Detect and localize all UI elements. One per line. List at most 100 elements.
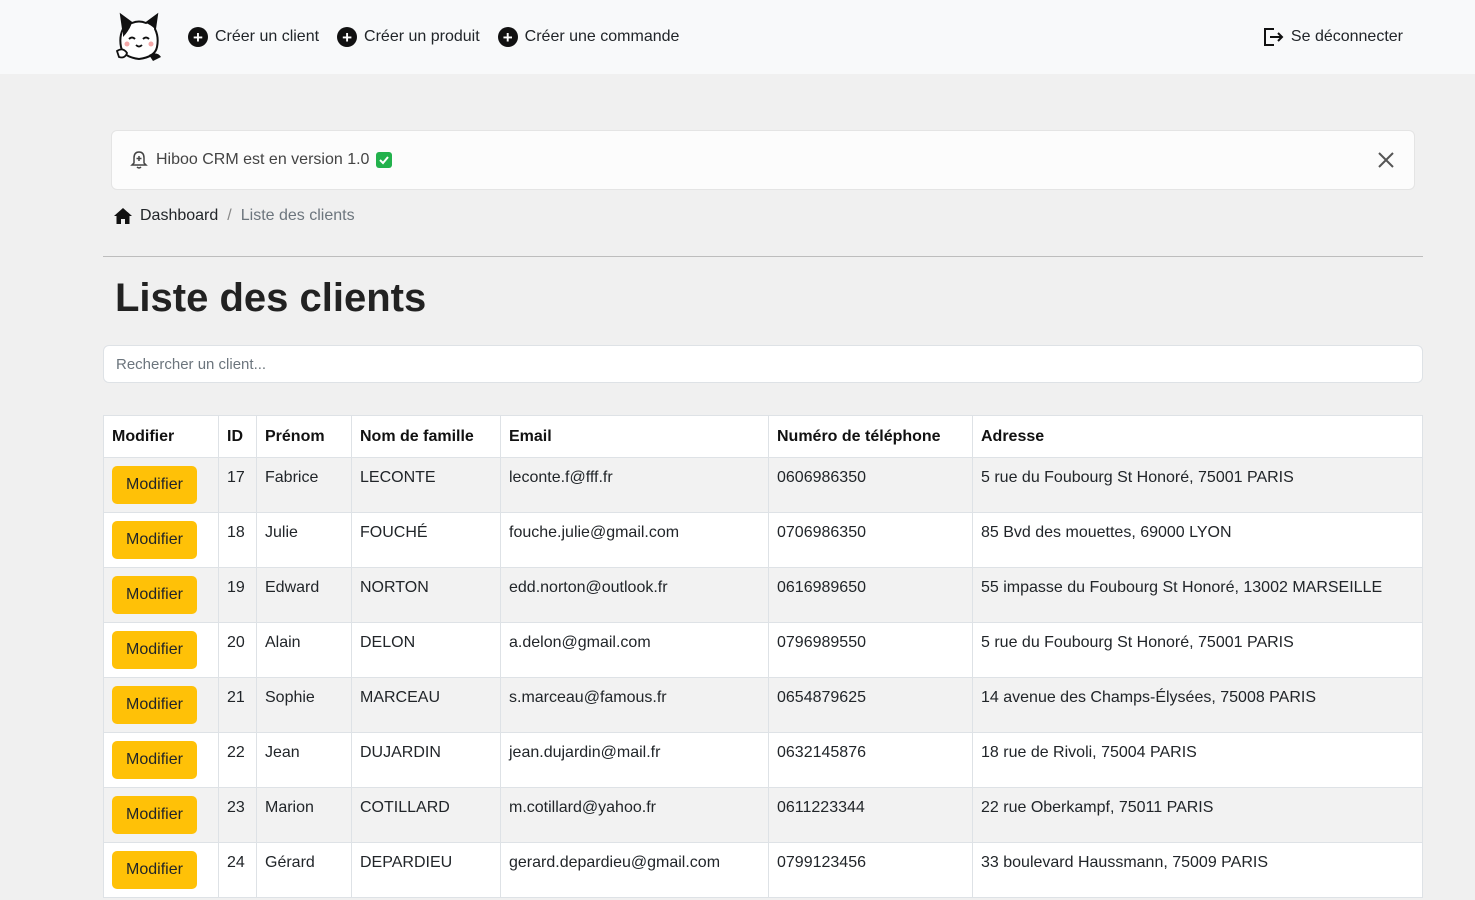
logout-icon [1263, 28, 1284, 46]
table-row: Modifier 24 Gérard DEPARDIEU gerard.depa… [103, 842, 1423, 898]
nav-link-label: Créer une commande [524, 28, 680, 45]
edit-cell: Modifier [103, 787, 219, 843]
cell-id: 21 [218, 677, 257, 733]
cell-address: 55 impasse du Foubourg St Honoré, 13002 … [972, 567, 1423, 623]
cell-prenom: Fabrice [256, 457, 352, 513]
cell-phone: 0796989550 [768, 622, 973, 678]
cell-phone: 0616989650 [768, 567, 973, 623]
edit-cell: Modifier [103, 512, 219, 568]
close-icon[interactable] [1374, 148, 1398, 172]
nav-link-label: Créer un client [215, 28, 320, 45]
cell-id: 22 [218, 732, 257, 788]
cell-address: 14 avenue des Champs-Élysées, 75008 PARI… [972, 677, 1423, 733]
cell-phone: 0632145876 [768, 732, 973, 788]
cell-nom: MARCEAU [351, 677, 501, 733]
cell-id: 24 [218, 842, 257, 898]
breadcrumb-separator: / [227, 207, 232, 224]
plus-circle-icon: + [497, 27, 518, 47]
cell-email: fouche.julie@gmail.com [500, 512, 769, 568]
table-row: Modifier 17 Fabrice LECONTE leconte.f@ff… [103, 457, 1423, 513]
cell-nom: NORTON [351, 567, 501, 623]
edit-client-button[interactable]: Modifier [112, 631, 197, 669]
cell-id: 23 [218, 787, 257, 843]
cell-prenom: Alain [256, 622, 352, 678]
edit-client-button[interactable]: Modifier [112, 521, 197, 559]
cell-email: edd.norton@outlook.fr [500, 567, 769, 623]
cell-prenom: Jean [256, 732, 352, 788]
edit-cell: Modifier [103, 567, 219, 623]
cell-prenom: Sophie [256, 677, 352, 733]
table-row: Modifier 19 Edward NORTON edd.norton@out… [103, 567, 1423, 623]
cell-email: gerard.depardieu@gmail.com [500, 842, 769, 898]
cell-nom: COTILLARD [351, 787, 501, 843]
edit-client-button[interactable]: Modifier [112, 851, 197, 889]
cell-phone: 0799123456 [768, 842, 973, 898]
cell-id: 17 [218, 457, 257, 513]
cell-email: m.cotillard@yahoo.fr [500, 787, 769, 843]
cell-address: 5 rue du Foubourg St Honoré, 75001 PARIS [972, 457, 1423, 513]
nav-create-order-link[interactable]: + Créer une commande [497, 27, 680, 47]
cell-nom: DEPARDIEU [351, 842, 501, 898]
cell-email: jean.dujardin@mail.fr [500, 732, 769, 788]
clients-table: Modifier ID Prénom Nom de famille Email … [103, 415, 1423, 898]
edit-client-button[interactable]: Modifier [112, 576, 197, 614]
cell-address: 18 rue de Rivoli, 75004 PARIS [972, 732, 1423, 788]
table-row: Modifier 21 Sophie MARCEAU s.marceau@fam… [103, 677, 1423, 733]
version-alert: Hiboo CRM est en version 1.0 [111, 130, 1415, 190]
cell-prenom: Edward [256, 567, 352, 623]
edit-client-button[interactable]: Modifier [112, 466, 197, 504]
cell-nom: DUJARDIN [351, 732, 501, 788]
edit-cell: Modifier [103, 732, 219, 788]
cell-id: 19 [218, 567, 257, 623]
page-title: Liste des clients [115, 276, 427, 320]
table-row: Modifier 22 Jean DUJARDIN jean.dujardin@… [103, 732, 1423, 788]
cell-email: leconte.f@fff.fr [500, 457, 769, 513]
edit-cell: Modifier [103, 842, 219, 898]
navbar: + Créer un client + Créer un produit + C… [0, 0, 1475, 74]
cell-phone: 0654879625 [768, 677, 973, 733]
edit-cell: Modifier [103, 457, 219, 513]
cell-nom: DELON [351, 622, 501, 678]
cell-id: 18 [218, 512, 257, 568]
edit-cell: Modifier [103, 677, 219, 733]
cell-address: 22 rue Oberkampf, 75011 PARIS [972, 787, 1423, 843]
cell-prenom: Marion [256, 787, 352, 843]
plus-circle-icon: + [337, 27, 358, 47]
cell-id: 20 [218, 622, 257, 678]
divider [103, 256, 1423, 257]
breadcrumb: Dashboard / Liste des clients [113, 207, 355, 225]
edit-client-button[interactable]: Modifier [112, 741, 197, 779]
column-header: Modifier [103, 415, 219, 458]
alert-text: Hiboo CRM est en version 1.0 [156, 151, 370, 168]
plus-circle-icon: + [188, 27, 208, 47]
breadcrumb-dashboard-link[interactable]: Dashboard [140, 207, 218, 225]
cat-logo-icon[interactable] [112, 10, 166, 64]
edit-client-button[interactable]: Modifier [112, 796, 197, 834]
nav-create-client-link[interactable]: + Créer un client [188, 27, 319, 47]
cell-prenom: Gérard [256, 842, 352, 898]
edit-client-button[interactable]: Modifier [112, 686, 197, 724]
edit-cell: Modifier [103, 622, 219, 678]
cell-phone: 0611223344 [768, 787, 973, 843]
cell-address: 5 rue du Foubourg St Honoré, 75001 PARIS [972, 622, 1423, 678]
cell-phone: 0706986350 [768, 512, 973, 568]
table-row: Modifier 23 Marion COTILLARD m.cotillard… [103, 787, 1423, 843]
bell-icon [130, 150, 148, 170]
cell-nom: FOUCHÉ [351, 512, 501, 568]
column-header: ID [218, 415, 257, 458]
check-mark-icon [376, 152, 393, 168]
column-header: Numéro de téléphone [768, 415, 973, 458]
cell-nom: LECONTE [351, 457, 501, 513]
logout-link[interactable]: Se déconnecter [1262, 26, 1403, 48]
breadcrumb-current: Liste des clients [240, 207, 355, 224]
nav-create-product-link[interactable]: + Créer un produit [337, 27, 480, 47]
table-row: Modifier 20 Alain DELON a.delon@gmail.co… [103, 622, 1423, 678]
search-input[interactable] [103, 345, 1423, 383]
column-header: Email [500, 415, 769, 458]
cell-address: 33 boulevard Haussmann, 75009 PARIS [972, 842, 1423, 898]
cell-address: 85 Bvd des mouettes, 69000 LYON [972, 512, 1423, 568]
logout-label: Se déconnecter [1290, 28, 1403, 45]
column-header: Nom de famille [351, 415, 501, 458]
cell-email: a.delon@gmail.com [500, 622, 769, 678]
cell-prenom: Julie [256, 512, 352, 568]
